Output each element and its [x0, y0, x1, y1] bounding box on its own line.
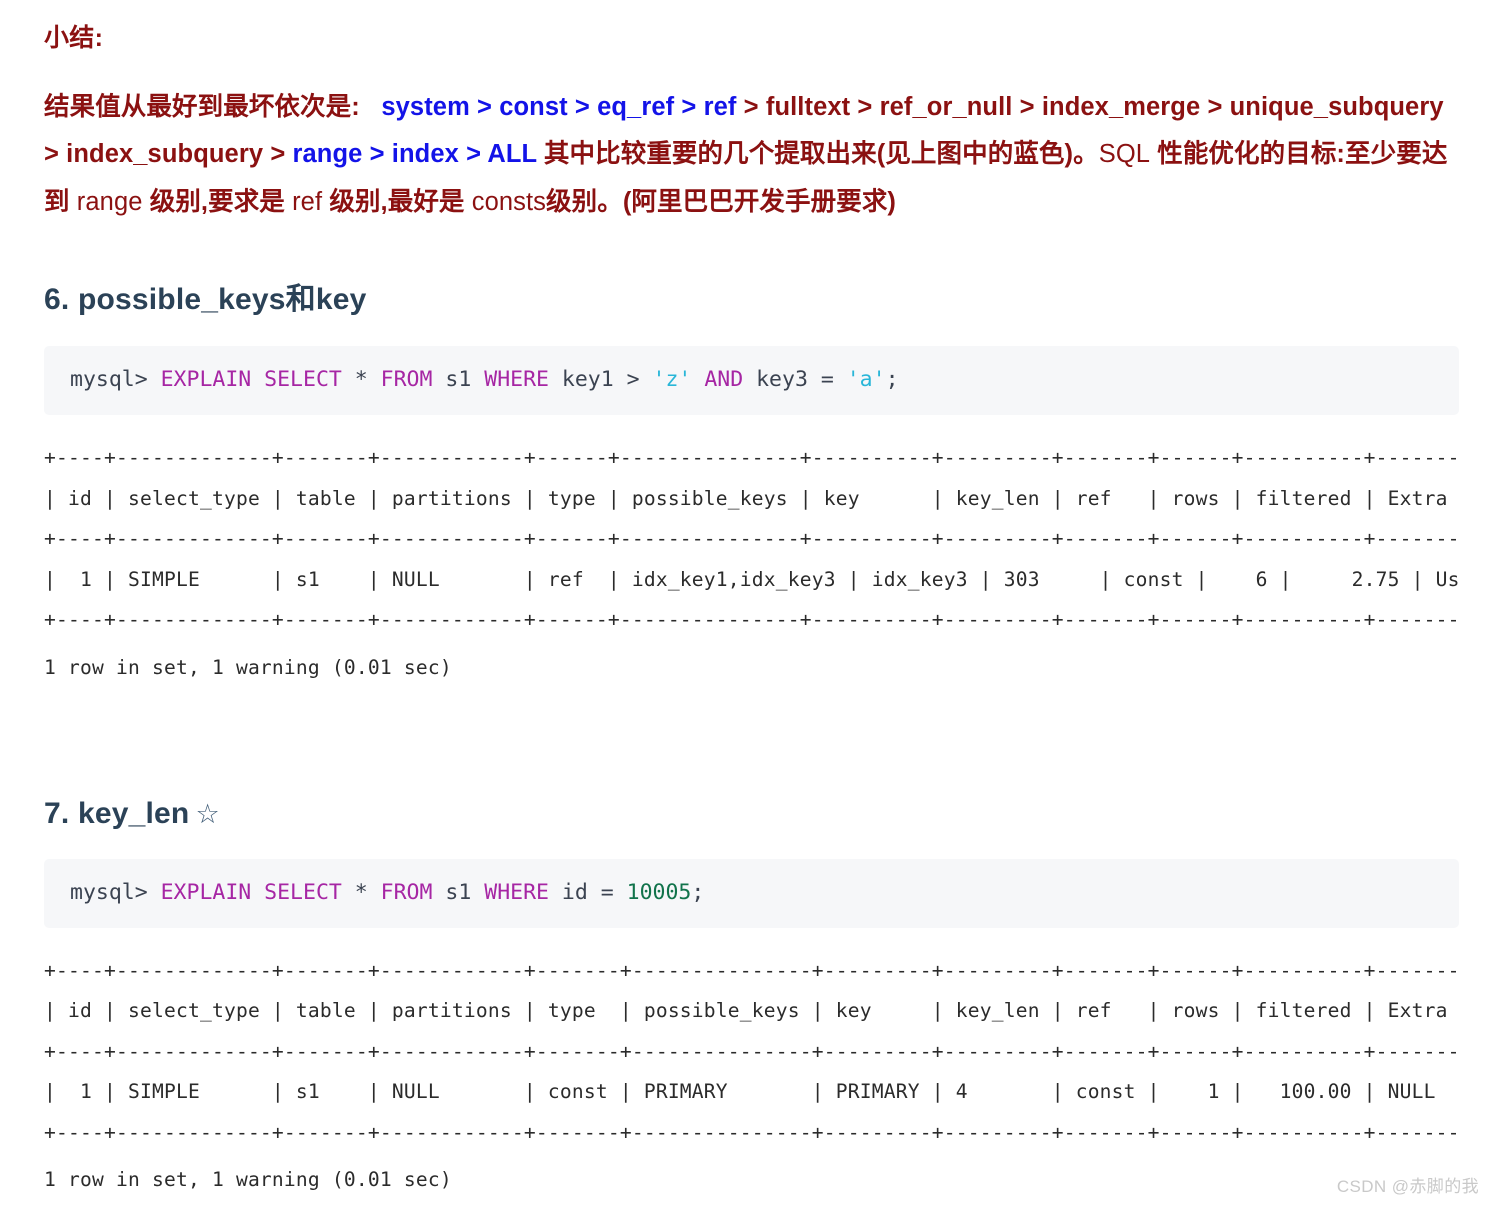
sql-semicolon: ; [885, 367, 899, 393]
summary-lead: 结果值从最好到最坏依次是: [44, 92, 360, 121]
sql-column-key1: key1 > [561, 367, 653, 393]
section-7-code-block: mysql> EXPLAIN SELECT * FROM s1 WHERE id… [44, 858, 1459, 928]
table-separator-mid: +----+-------------+-------+------------… [44, 527, 1459, 551]
sql-table-name: s1 [445, 367, 485, 393]
table-separator-bottom: +----+-------------+-------+------------… [44, 608, 1459, 632]
sql-keyword-explain-select: EXPLAIN SELECT [160, 367, 355, 393]
table-separator-mid: +----+-------------+-------+------------… [44, 1039, 1459, 1063]
csdn-watermark: CSDN @赤脚的我 [1336, 1177, 1479, 1196]
mysql-prompt: mysql> [70, 879, 161, 905]
table-separator-top: +----+-------------+-------+------------… [44, 446, 1459, 470]
sql-semicolon: ; [691, 879, 705, 905]
sql-string-z: 'z' [652, 367, 692, 393]
sql-keyword-from: FROM [380, 879, 446, 905]
summary-tail-range: range [76, 187, 143, 216]
sql-star: * [354, 879, 381, 905]
summary-tail-consts: consts [471, 187, 547, 216]
sql-keyword-and: AND [691, 367, 757, 393]
section-7-result-status: 1 row in set, 1 warning (0.01 sec) [44, 1168, 452, 1192]
table-header-row: | id | select_type | table | partitions … [44, 486, 1459, 510]
summary-paragraph: 结果值从最好到最坏依次是: system > const > eq_ref > … [44, 84, 1459, 226]
summary-tail-1: 其中比较重要的几个提取出来(见上图中的蓝色)。 [543, 140, 1099, 169]
table-row: | 1 | SIMPLE | s1 | NULL | const | PRIMA… [44, 1080, 1459, 1104]
section-7: 7. key_len ☆ mysql> EXPLAIN SELECT * FROM… [44, 797, 1459, 1192]
star-icon: ☆ [195, 798, 220, 829]
summary-title: 小结: [44, 24, 104, 52]
mysql-prompt: mysql> [70, 367, 161, 393]
sql-keyword-explain-select: EXPLAIN SELECT [160, 879, 355, 905]
summary-section: 小结: 结果值从最好到最坏依次是: system > const > eq_re… [44, 22, 1459, 226]
sql-number-10005: 10005 [626, 879, 692, 905]
sql-keyword-from: FROM [380, 367, 446, 393]
section-6: 6. possible_keys和key mysql> EXPLAIN SELE… [44, 274, 1459, 679]
table-separator-top: +----+-------------+-------+------------… [44, 958, 1459, 982]
sql-string-a: 'a' [846, 367, 886, 393]
summary-tail-ref: ref [292, 187, 323, 216]
table-separator-bottom: +----+-------------+-------+------------… [44, 1120, 1459, 1144]
section-7-result-table: +----+-------------+-------+------------… [44, 954, 1459, 1150]
section-7-heading: 7. key_len ☆ [44, 797, 1459, 831]
table-row: | 1 | SIMPLE | s1 | NULL | ref | idx_key… [44, 567, 1459, 591]
summary-tail-sql: SQL [1098, 140, 1151, 169]
table-header-row: | id | select_type | table | partitions … [44, 999, 1459, 1023]
sql-column-key3: key3 = [756, 367, 847, 393]
summary-tail-3: 级别,要求是 [149, 187, 285, 216]
sql-table-name: s1 [445, 879, 485, 905]
section-7-heading-label: 7. key_len [44, 796, 190, 830]
summary-tail-5: 级别。(阿里巴巴开发手册要求) [546, 187, 897, 216]
section-6-result-table: +----+-------------+-------+------------… [44, 441, 1459, 637]
sql-keyword-where: WHERE [484, 879, 562, 905]
section-6-heading: 6. possible_keys和key [44, 283, 367, 317]
type-chain-blue-2: range > index > ALL [292, 140, 537, 169]
section-6-code-block: mysql> EXPLAIN SELECT * FROM s1 WHERE ke… [44, 346, 1459, 416]
document-page: 小结: 结果值从最好到最坏依次是: system > const > eq_re… [0, 0, 1505, 1191]
section-6-result-status: 1 row in set, 1 warning (0.01 sec) [44, 655, 452, 679]
sql-column-id: id = [561, 879, 627, 905]
sql-keyword-where: WHERE [484, 367, 562, 393]
sql-star: * [354, 367, 381, 393]
summary-tail-4: 级别,最好是 [329, 187, 465, 216]
type-chain-blue-1: system > const > eq_ref > ref [381, 92, 737, 121]
